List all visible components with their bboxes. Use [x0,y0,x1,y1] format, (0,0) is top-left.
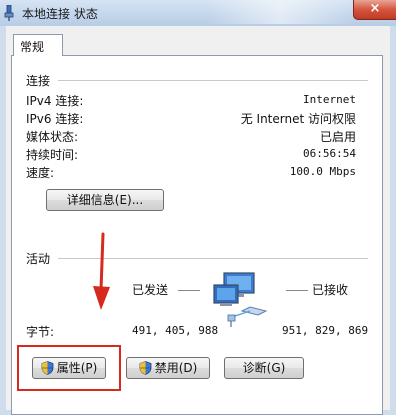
bytes-sent-value: 491, 405, 988 [132,324,219,337]
network-connection-icon [4,5,14,21]
ipv6-label: IPv6 连接: [26,112,84,126]
bytes-label: 字节: [26,325,55,339]
connection-divider [58,80,368,82]
close-button[interactable]: × [353,0,396,20]
media-state-label: 媒体状态: [26,130,79,144]
ipv6-value: 无 Internet 访问权限 [240,112,356,126]
speed-label: 速度: [26,166,55,180]
red-arrow-annotation [93,232,110,310]
window-title: 本地连接 状态 [22,7,98,21]
uac-shield-icon [139,361,152,375]
sent-label: 已发送 [132,283,169,297]
connection-heading: 连接 [26,74,51,88]
disable-button-label: 禁用(D) [154,361,198,375]
duration-value: 06:56:54 [303,147,356,160]
red-highlight-box [17,345,121,391]
title-bar: 本地连接 状态 × [0,0,396,26]
received-dash [286,290,308,291]
disable-button[interactable]: 禁用(D) [126,357,210,379]
speed-value: 100.0 Mbps [289,165,356,178]
received-label: 已接收 [312,283,349,297]
ipv4-label: IPv4 连接: [26,94,84,108]
sent-dash [178,290,200,291]
details-button[interactable]: 详细信息(E)... [46,189,164,211]
duration-label: 持续时间: [26,148,79,162]
tab-general[interactable]: 常规 [13,34,63,56]
bytes-received-value: 951, 829, 869 [282,324,369,337]
diagnose-button[interactable]: 诊断(G) [224,357,304,379]
media-state-value: 已启用 [319,130,356,144]
activity-heading: 活动 [26,252,51,266]
title-glass-reflection [205,0,355,24]
ipv4-value: Internet [303,93,356,106]
network-activity-icon [213,272,268,327]
